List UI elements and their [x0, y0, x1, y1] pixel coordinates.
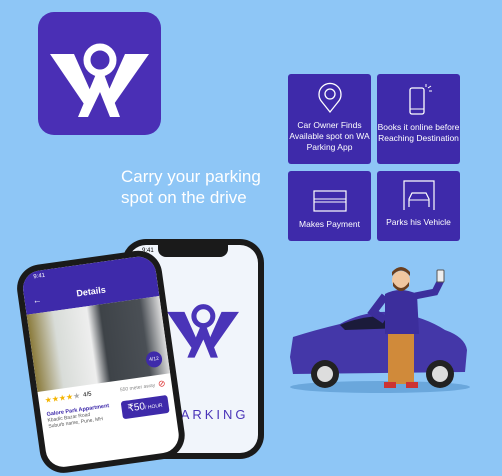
- car-garage-icon: [402, 180, 435, 210]
- man-with-car-illustration: [290, 267, 470, 393]
- step-card-payment: Makes Payment: [288, 171, 371, 241]
- step-card-book: Books it online before Reaching Destinat…: [377, 74, 460, 164]
- rating-stars: ★★★★★: [44, 391, 81, 405]
- map-pin-icon: [317, 82, 342, 114]
- tagline: Carry your parking spot on the drive: [121, 167, 261, 207]
- price-button[interactable]: ₹50/ HOUR: [120, 394, 170, 420]
- credit-card-icon: [312, 190, 347, 212]
- no-parking-icon: ⊘: [157, 378, 167, 390]
- details-phone: 9:41 ← Details 4/12 ★★★★★ 4/5 550 meter …: [14, 247, 188, 476]
- step-card-find: Car Owner Finds Available spot on WA Par…: [288, 74, 371, 164]
- photo-counter-badge: 4/12: [145, 350, 164, 369]
- wa-parking-logo: [38, 12, 161, 135]
- step-card-park: Parks his Vehicle: [377, 171, 460, 241]
- smartphone-icon: [408, 84, 432, 115]
